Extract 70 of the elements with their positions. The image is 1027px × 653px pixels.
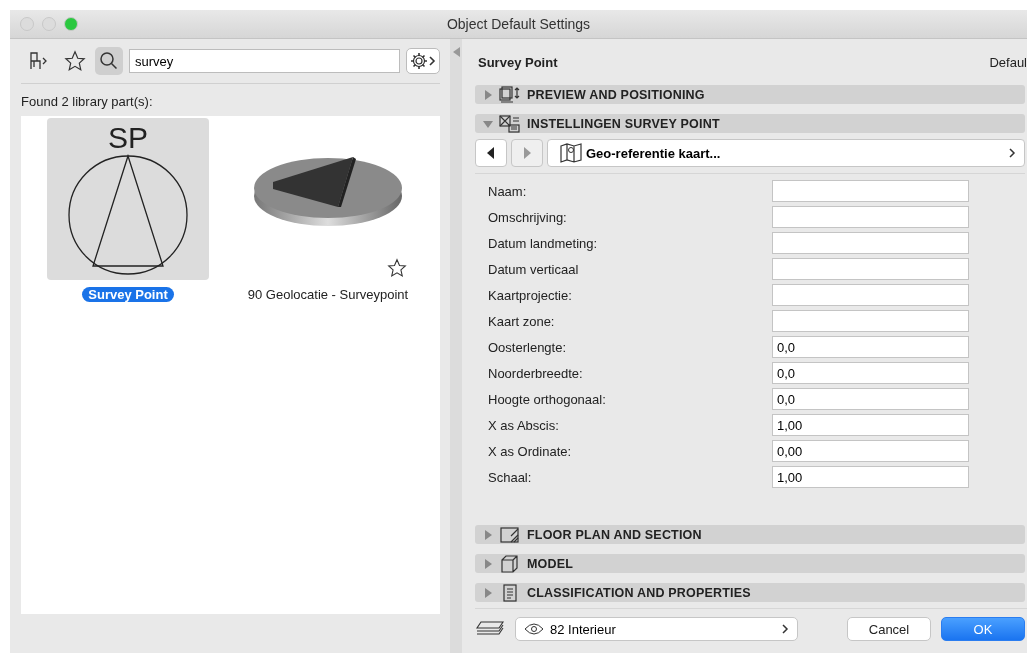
parameter-label: X as Ordinate: xyxy=(488,443,572,459)
section-title: INSTELLINGEN SURVEY POINT xyxy=(527,116,720,131)
parameter-field[interactable]: 0,0 xyxy=(772,336,969,358)
preview-icon xyxy=(499,85,521,104)
library-item-label[interactable]: 90 Geolocatie - Surveypoint xyxy=(241,287,415,302)
expand-arrow-icon[interactable] xyxy=(483,529,493,540)
section-header[interactable]: FLOOR PLAN AND SECTION xyxy=(475,525,1025,544)
parameter-label: Schaal: xyxy=(488,469,532,485)
floor-plan-icon xyxy=(499,525,521,544)
parameter-field[interactable] xyxy=(772,258,969,280)
results-count: Found 2 library part(s): xyxy=(21,94,154,109)
section-header[interactable]: CLASSIFICATION AND PROPERTIES xyxy=(475,583,1025,602)
minimize-button[interactable] xyxy=(42,17,56,31)
parameter-field[interactable]: 0,00 xyxy=(772,440,969,462)
parameter-field[interactable] xyxy=(772,232,969,254)
favorite-star-icon[interactable] xyxy=(387,258,407,278)
chevron-icon xyxy=(1008,148,1016,158)
cancel-button[interactable]: Cancel xyxy=(847,617,931,641)
right-arrow-icon xyxy=(522,147,532,159)
parameter-label: Naam: xyxy=(488,183,527,199)
parameter-field[interactable] xyxy=(772,180,969,202)
default-label: Defaul xyxy=(989,54,1027,70)
parameter-field[interactable]: 0,0 xyxy=(772,362,969,384)
section-header[interactable]: PREVIEW AND POSITIONING xyxy=(475,85,1025,104)
library-item-thumbnail[interactable]: SP xyxy=(47,118,209,280)
parameter-label: Hoogte orthogonaal: xyxy=(488,391,606,407)
settings-panel-icon xyxy=(499,114,521,133)
map-icon xyxy=(560,143,582,163)
parameter-label: Kaartprojectie: xyxy=(488,287,572,303)
parameter-label: Datum verticaal xyxy=(488,261,579,277)
settings-button[interactable] xyxy=(406,48,440,74)
search-icon[interactable] xyxy=(95,47,123,75)
parameter-field[interactable] xyxy=(772,206,969,228)
parameter-field[interactable] xyxy=(772,284,969,306)
parameter-field[interactable]: 0,0 xyxy=(772,388,969,410)
section-header[interactable]: MODEL xyxy=(475,554,1025,573)
expand-arrow-icon[interactable] xyxy=(483,587,493,598)
library-item-label[interactable]: Survey Point xyxy=(82,287,174,302)
eye-icon xyxy=(524,623,544,635)
parameter-label: Kaart zone: xyxy=(488,313,555,329)
expand-arrow-icon[interactable] xyxy=(483,89,493,100)
parameter-label: Noorderbreedte: xyxy=(488,365,583,381)
parameter-field[interactable] xyxy=(772,310,969,332)
close-button[interactable] xyxy=(20,17,34,31)
collapse-arrow-icon[interactable] xyxy=(452,47,460,57)
symbol-text: SP xyxy=(108,122,148,154)
window-title: Object Default Settings xyxy=(445,16,592,32)
section-title: FLOOR PLAN AND SECTION xyxy=(527,527,702,542)
section-title: CLASSIFICATION AND PROPERTIES xyxy=(527,585,751,600)
object-name: Survey Point xyxy=(478,54,558,70)
previous-page-button[interactable] xyxy=(475,139,507,167)
parameter-field[interactable]: 1,00 xyxy=(772,414,969,436)
layer-selector[interactable]: 82 Interieur xyxy=(515,617,798,641)
search-field[interactable]: survey xyxy=(129,49,400,73)
left-arrow-icon xyxy=(486,147,496,159)
parameter-field[interactable]: 1,00 xyxy=(772,466,969,488)
section-title: PREVIEW AND POSITIONING xyxy=(527,87,705,102)
section-header[interactable]: INSTELLINGEN SURVEY POINT xyxy=(475,114,1025,133)
parameter-label: X as Abscis: xyxy=(488,417,559,433)
page-selector[interactable]: Geo-referentie kaart... xyxy=(547,139,1025,167)
chevron-icon xyxy=(781,624,789,634)
section-title: MODEL xyxy=(527,556,574,571)
cube-icon xyxy=(499,554,521,573)
survey-symbol-icon xyxy=(67,154,189,276)
parameter-label: Omschrijving: xyxy=(488,209,567,225)
expand-arrow-icon[interactable] xyxy=(483,558,493,569)
collapse-arrow-icon[interactable] xyxy=(483,118,493,129)
zoom-button[interactable] xyxy=(64,17,78,31)
parameter-label: Datum landmeting: xyxy=(488,235,598,251)
parameter-label: Oosterlengte: xyxy=(488,339,567,355)
